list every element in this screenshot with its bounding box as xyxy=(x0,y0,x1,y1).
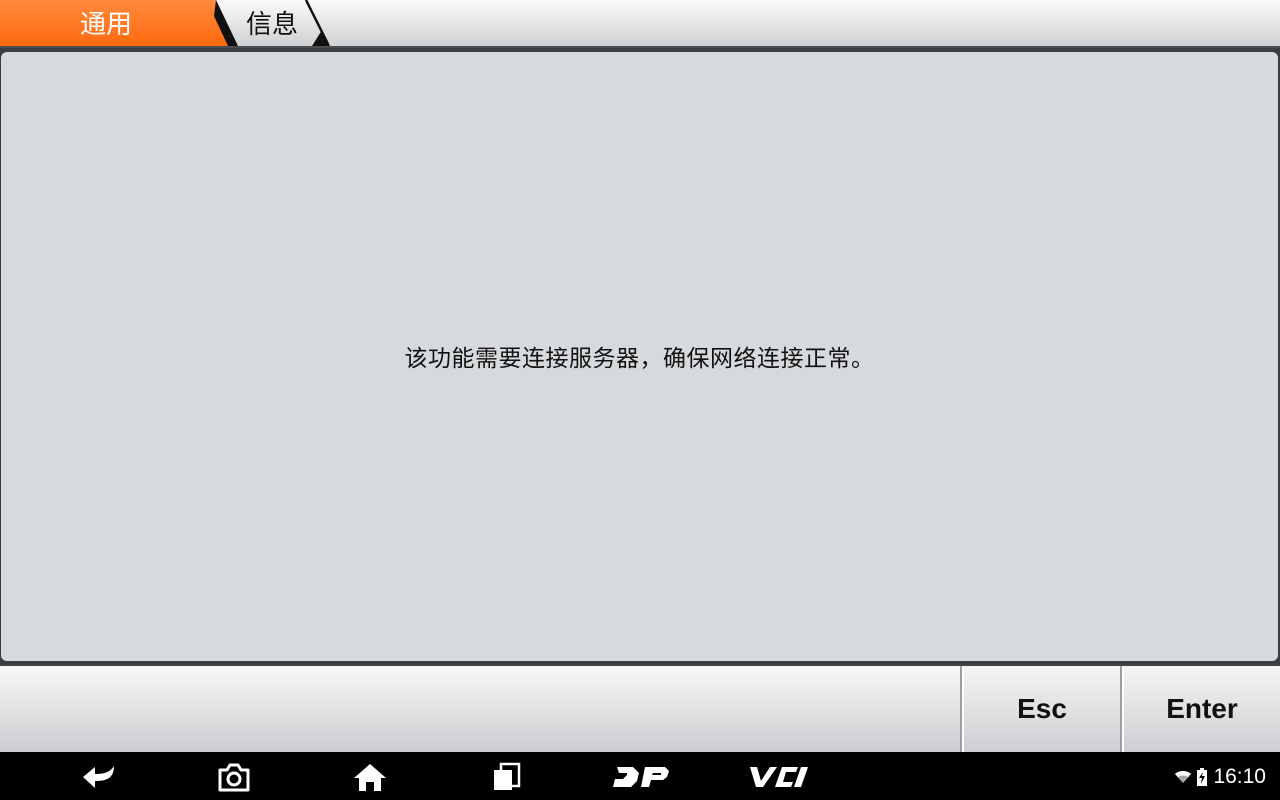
clock: 16:10 xyxy=(1213,765,1266,788)
wifi-icon xyxy=(1175,771,1192,783)
breadcrumb-item-general[interactable]: 通用 xyxy=(0,0,238,46)
app-screen: 通用 信息 该功能需要连接服务器，确保网络连接正常。 Esc Enter 16:… xyxy=(0,0,1280,800)
back-icon[interactable] xyxy=(80,760,120,794)
breadcrumb-separator-icon xyxy=(304,0,330,46)
action-bar: Esc Enter xyxy=(0,664,1280,752)
home-icon[interactable] xyxy=(350,760,390,794)
enter-button[interactable]: Enter xyxy=(1122,666,1280,752)
system-nav-bar: 16:10 xyxy=(0,752,1280,800)
breadcrumb-item-label: 通用 xyxy=(79,9,132,40)
screenshot-icon[interactable] xyxy=(214,760,254,794)
esc-button[interactable]: Esc xyxy=(962,666,1120,752)
message-panel: 该功能需要连接服务器，确保网络连接正常。 xyxy=(1,52,1278,661)
breadcrumb-item-label: 信息 xyxy=(245,9,298,40)
recent-apps-icon[interactable] xyxy=(486,760,526,794)
vci-icon[interactable] xyxy=(746,760,810,794)
dp-icon[interactable] xyxy=(612,760,672,794)
info-message: 该功能需要连接服务器，确保网络连接正常。 xyxy=(404,345,875,372)
battery-charging-icon xyxy=(1197,768,1208,786)
breadcrumb: 通用 信息 xyxy=(0,0,1280,48)
status-area: 16:10 xyxy=(1175,764,1266,790)
